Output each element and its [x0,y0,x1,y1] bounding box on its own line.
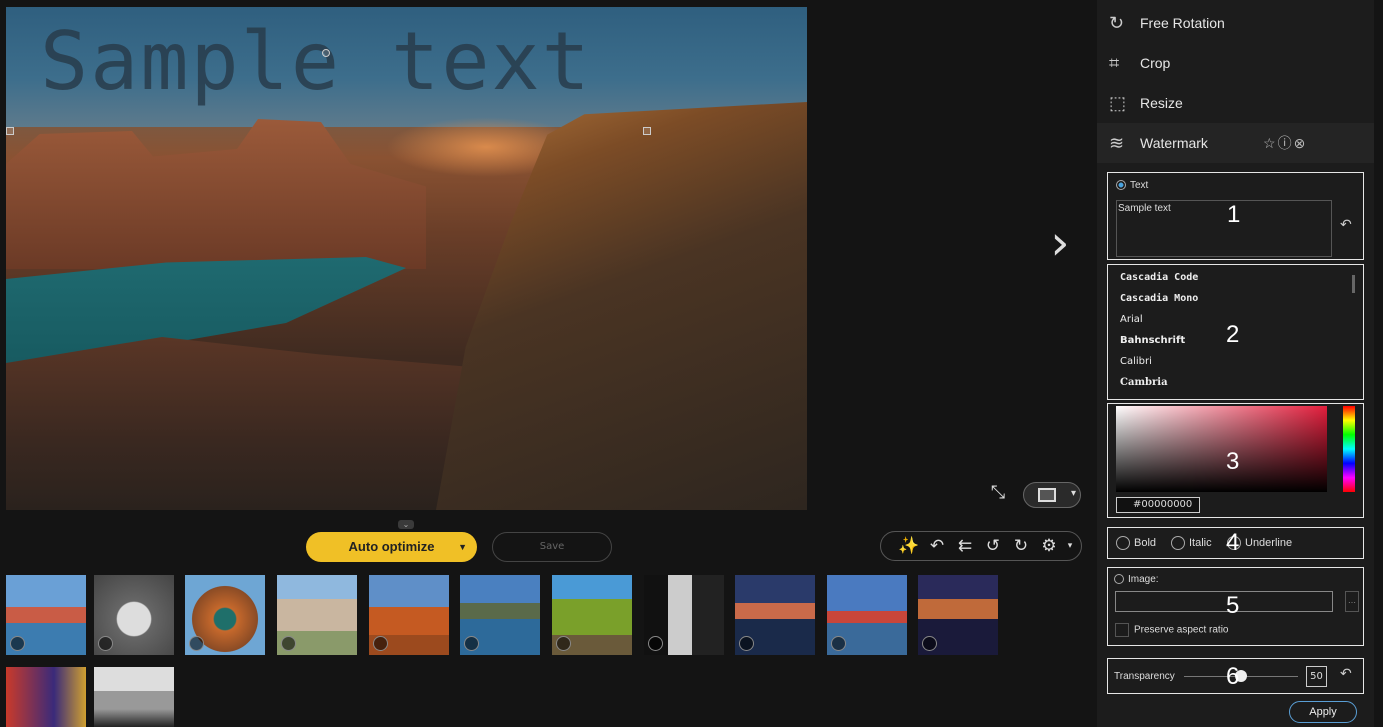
crop-menu-item[interactable]: ⌗ Crop [1097,43,1374,83]
transparency-value-input[interactable]: 50 [1306,666,1327,687]
thumbnail[interactable] [552,575,632,655]
thumbnail[interactable] [918,575,998,655]
photo-canvas[interactable]: Sample text [6,7,807,510]
view-mode-icon [1038,488,1056,502]
thumbnail[interactable] [6,667,86,727]
select-circle[interactable] [556,636,571,651]
preserve-aspect-label: Preserve aspect ratio [1134,624,1229,636]
undo-icon[interactable]: ↶ [925,536,949,556]
hue-slider[interactable] [1343,406,1355,492]
thumbnail[interactable] [185,575,265,655]
settings-icon[interactable]: ⚙ [1037,536,1061,556]
watermark-text-value: Sample text [1118,203,1171,214]
select-circle[interactable] [922,636,937,651]
collapse-icon[interactable]: ⌄ [398,520,414,529]
preserve-aspect-checkbox[interactable]: Preserve aspect ratio [1115,623,1229,637]
favorite-icon[interactable]: ☆ [1263,135,1278,151]
photo-editor: Sample text › ⤡ ▾ ⌄ Auto optimize ▼ Save… [0,0,1383,727]
select-circle[interactable] [281,636,296,651]
magic-wand-icon[interactable]: ✨ [897,536,921,556]
select-circle[interactable] [739,636,754,651]
font-item[interactable]: Cambria [1120,372,1344,393]
thumbnail[interactable] [460,575,540,655]
watermark-menu-item[interactable]: ≋ Watermark ☆ⓘ⊗ [1097,123,1374,163]
watermark-actions: ☆ⓘ⊗ [1263,133,1307,153]
chevron-down-icon: ▾ [1070,488,1076,499]
select-circle[interactable] [189,636,204,651]
undo-all-icon[interactable]: ⇇ [953,536,977,556]
annotation-1: 1 [1227,201,1241,228]
chevron-down-icon[interactable]: ▼ [458,532,467,562]
text-radio[interactable]: Text [1116,180,1148,191]
transparency-label: Transparency [1114,671,1175,682]
rotate-icon: ↻ [1109,12,1125,33]
bold-option[interactable]: Bold [1116,536,1156,550]
auto-optimize-button[interactable]: Auto optimize ▼ [306,532,477,562]
select-circle[interactable] [10,636,25,651]
reset-text-icon[interactable]: ↶ [1340,217,1352,233]
annotation-5: 5 [1226,592,1240,619]
color-spectrum[interactable] [1116,406,1327,492]
save-button[interactable]: Save [492,532,612,562]
crop-icon: ⌗ [1109,52,1120,73]
resize-label: Resize [1140,95,1183,111]
edit-tools-bar: ✨ ↶ ⇇ ↺ ↻ ⚙ ▾ [880,531,1082,561]
annotation-2: 2 [1226,321,1240,348]
view-mode-toggle[interactable]: ▾ [1023,482,1081,508]
thumbnail[interactable] [277,575,357,655]
resize-menu-item[interactable]: ⬚ Resize [1097,83,1374,123]
select-circle[interactable] [98,636,113,651]
resize-handle-right[interactable] [643,127,651,135]
apply-button[interactable]: Apply [1289,701,1357,723]
annotation-3: 3 [1226,448,1240,475]
watermark-text-input[interactable]: Sample text [1116,200,1332,257]
annotation-4: 4 [1226,529,1240,556]
image-radio[interactable]: Image: [1114,574,1159,585]
watermark-overlay-text[interactable]: Sample text [40,15,592,108]
underline-label: Underline [1245,536,1293,549]
font-item[interactable]: Calibri [1120,351,1344,372]
close-icon[interactable]: ⊗ [1294,135,1308,151]
auto-optimize-label: Auto optimize [348,539,435,554]
select-circle[interactable] [373,636,388,651]
free-rotation-label: Free Rotation [1140,15,1225,31]
compress-icon[interactable]: ⤡ [985,482,1011,508]
annotation-6: 6 [1226,663,1240,690]
thumbnail[interactable] [369,575,449,655]
thumbnail[interactable] [735,575,815,655]
watermark-label: Watermark [1140,135,1208,151]
browse-button[interactable]: … [1345,591,1359,612]
free-rotation-menu-item[interactable]: ↻ Free Rotation [1097,3,1374,43]
thumbnail[interactable] [6,575,86,655]
italic-option[interactable]: Italic [1171,536,1212,550]
font-list-scrollbar[interactable] [1352,275,1355,293]
rotate-handle[interactable] [322,49,330,57]
italic-label: Italic [1189,536,1212,549]
select-circle[interactable] [464,636,479,651]
resize-icon: ⬚ [1109,92,1127,113]
thumbnail[interactable] [94,575,174,655]
bold-label: Bold [1134,536,1157,549]
font-item[interactable]: Cascadia Code [1120,267,1344,288]
thumbnail[interactable] [827,575,907,655]
image-radio-label: Image: [1128,574,1159,585]
select-circle[interactable] [648,636,663,651]
text-radio-label: Text [1130,180,1149,191]
font-item[interactable]: Cascadia Mono [1120,288,1344,309]
next-image-icon[interactable]: › [1045,218,1075,268]
resize-handle-left[interactable] [6,127,14,135]
rotate-right-90-icon[interactable]: ↻ [1009,536,1033,556]
image-path-input[interactable] [1115,591,1333,612]
reset-transparency-icon[interactable]: ↶ [1340,666,1352,682]
color-hex-input[interactable]: #00000000 [1116,497,1200,513]
chevron-down-icon[interactable]: ▾ [1065,541,1075,551]
watermark-icon: ≋ [1109,132,1125,153]
thumbnail[interactable] [94,667,174,727]
help-icon[interactable]: ⓘ [1278,135,1294,151]
select-circle[interactable] [831,636,846,651]
rotate-left-90-icon[interactable]: ↺ [981,536,1005,556]
thumbnail[interactable] [644,575,724,655]
crop-label: Crop [1140,55,1171,71]
photo-mesa [6,119,426,269]
